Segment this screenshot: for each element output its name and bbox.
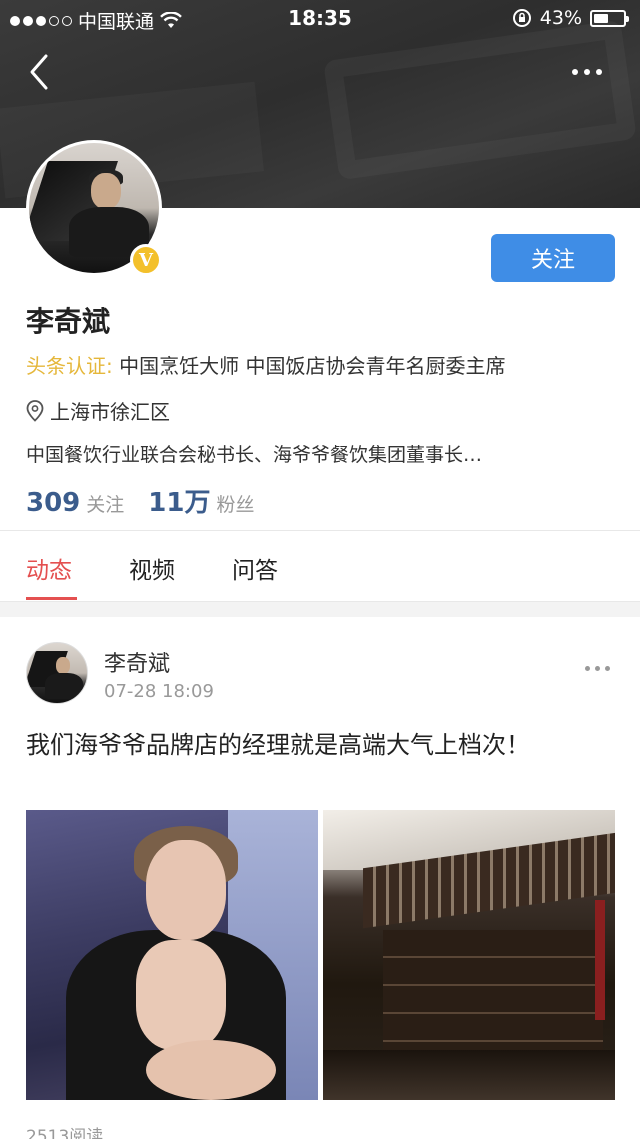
following-count[interactable]: 309: [26, 488, 80, 518]
battery-icon: [590, 9, 629, 27]
more-dots-icon: [572, 69, 578, 75]
more-dots-icon: [585, 666, 590, 671]
location-text: 上海市徐汇区: [50, 400, 170, 424]
post-author-avatar[interactable]: [26, 642, 88, 704]
chevron-left-icon: [30, 54, 48, 90]
back-button[interactable]: [22, 50, 58, 94]
profile-name: 李奇斌: [26, 305, 111, 338]
post-read-count: 2513阅读: [26, 1127, 104, 1139]
tab-posts[interactable]: 动态: [26, 551, 72, 585]
followers-label[interactable]: 粉丝: [216, 490, 254, 517]
tab-videos[interactable]: 视频: [129, 551, 175, 585]
active-tab-indicator: [26, 597, 77, 600]
profile-stats: 309 关注 11万 粉丝: [26, 482, 273, 519]
follow-button[interactable]: 关注: [491, 234, 615, 282]
tab-qa[interactable]: 问答: [232, 551, 278, 585]
verify-tag: 头条认证:: [26, 354, 113, 378]
section-separator: [0, 601, 640, 617]
profile-avatar[interactable]: V: [26, 140, 162, 276]
status-bar: 中国联通 18:35 43%: [0, 0, 640, 36]
post-timestamp: 07-28 18:09: [104, 681, 214, 702]
followers-count[interactable]: 11万: [148, 482, 210, 519]
post-image-2[interactable]: [323, 810, 615, 1100]
rotation-lock-icon: [512, 9, 531, 27]
profile-page: 中国联通 18:35 43% V 关注 李奇斌 头条认证: 中国烹饪大师 中国饭…: [0, 0, 640, 1139]
verification-line: 头条认证: 中国烹饪大师 中国饭店协会青年名厨委主席: [26, 350, 505, 379]
post-text[interactable]: 我们海爷爷品牌店的经理就是高端大气上档次！: [26, 728, 616, 762]
profile-bio[interactable]: 中国餐饮行业联合会秘书长、海爷爷餐饮集团董事长…: [26, 440, 482, 467]
profile-tabs: 动态 视频 问答: [0, 531, 640, 601]
more-options-button[interactable]: [572, 62, 612, 82]
verified-badge-icon: V: [130, 244, 162, 276]
verify-text: 中国烹饪大师 中国饭店协会青年名厨委主席: [119, 354, 506, 378]
battery-percent: 43%: [539, 7, 582, 29]
post-more-button[interactable]: [585, 666, 610, 671]
post-image-1[interactable]: [26, 810, 318, 1100]
location-line: 上海市徐汇区: [26, 396, 170, 425]
following-label[interactable]: 关注: [86, 490, 124, 517]
post-author-name[interactable]: 李奇斌: [104, 646, 170, 678]
location-pin-icon: [26, 399, 44, 422]
